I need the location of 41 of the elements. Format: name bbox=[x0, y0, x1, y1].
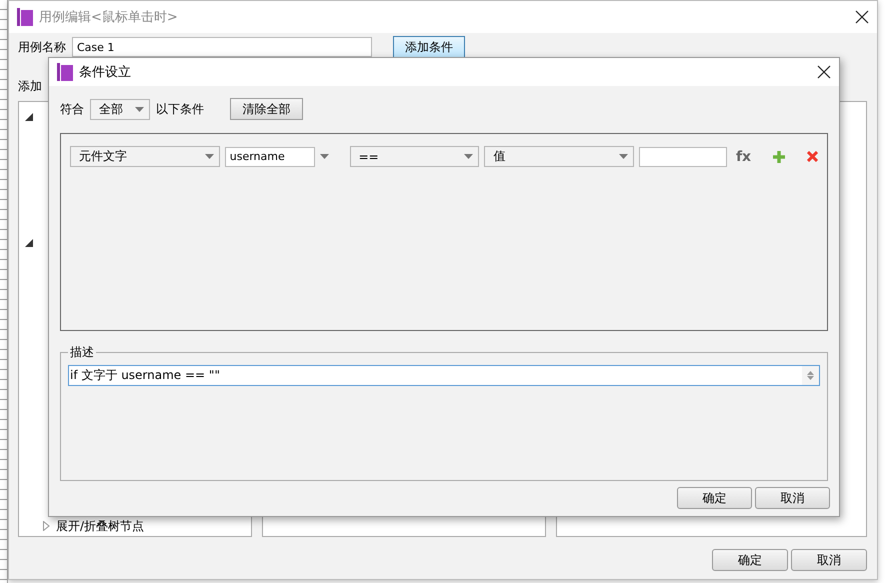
cancel-button[interactable]: 取消 bbox=[755, 487, 830, 509]
scroll-down-icon[interactable] bbox=[807, 376, 814, 380]
tree-item[interactable]: 展开/折叠树节点 bbox=[56, 518, 144, 534]
close-button[interactable] bbox=[817, 65, 831, 79]
app-logo-icon bbox=[17, 8, 33, 26]
value-type-dropdown[interactable]: 值 bbox=[484, 146, 634, 167]
case-name-field[interactable]: Case 1 bbox=[72, 37, 372, 57]
ok-button[interactable]: 确定 bbox=[677, 487, 752, 509]
case-name-label: 用例名称 bbox=[18, 38, 66, 56]
match-suffix-label: 以下条件 bbox=[156, 100, 204, 118]
add-icon[interactable] bbox=[773, 150, 786, 162]
match-label: 符合 bbox=[60, 100, 84, 118]
window-title: 用例编辑<鼠标单击时> bbox=[39, 9, 179, 26]
clear-all-button[interactable]: 清除全部 bbox=[230, 98, 303, 120]
ok-button[interactable]: 确定 bbox=[712, 549, 788, 571]
actions-label: 添加 bbox=[18, 78, 42, 95]
match-mode-dropdown[interactable]: 全部 bbox=[90, 98, 150, 120]
app-logo-icon bbox=[57, 63, 73, 81]
expand-triangle-icon[interactable] bbox=[25, 239, 33, 247]
caret-icon bbox=[204, 154, 214, 159]
description-text: if 文字于 username == "" bbox=[69, 367, 221, 384]
close-button[interactable] bbox=[855, 10, 869, 24]
operator-dropdown[interactable]: == bbox=[350, 146, 480, 167]
target-type-dropdown[interactable]: 元件文字 bbox=[70, 146, 220, 167]
scrollbar[interactable] bbox=[802, 366, 819, 385]
delete-icon[interactable] bbox=[807, 151, 818, 162]
value-field[interactable] bbox=[639, 146, 727, 166]
scroll-up-icon[interactable] bbox=[807, 371, 814, 375]
caret-icon bbox=[619, 154, 628, 159]
add-condition-button[interactable]: 添加条件 bbox=[393, 36, 465, 58]
cancel-button[interactable]: 取消 bbox=[791, 549, 867, 571]
caret-icon bbox=[464, 154, 474, 159]
description-text-area[interactable]: if 文字于 username == "" bbox=[68, 365, 820, 386]
description-label: 描述 bbox=[69, 344, 95, 361]
caret-icon bbox=[135, 106, 144, 112]
function-button[interactable]: fx bbox=[736, 148, 752, 164]
expand-triangle-icon[interactable] bbox=[25, 113, 33, 121]
target-field[interactable]: username bbox=[224, 146, 315, 166]
caret-icon bbox=[320, 154, 330, 159]
dialog-title: 条件设立 bbox=[79, 64, 132, 81]
collapsed-triangle-icon[interactable] bbox=[43, 521, 50, 531]
